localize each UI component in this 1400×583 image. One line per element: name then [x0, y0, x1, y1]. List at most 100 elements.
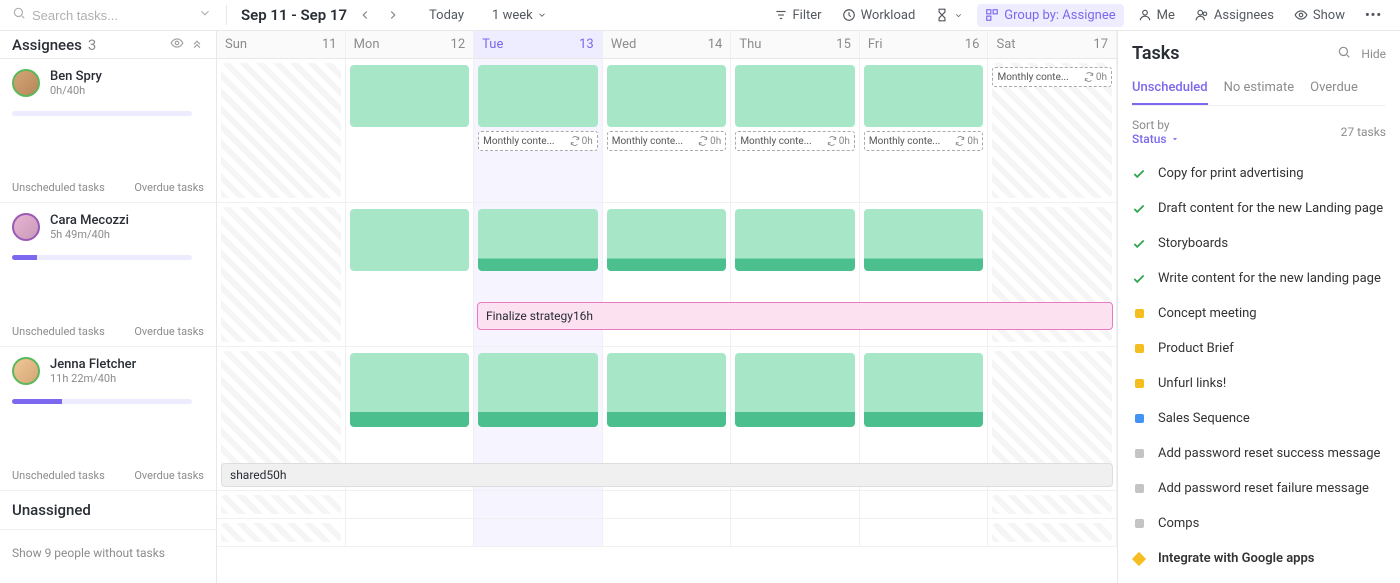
- workload-block[interactable]: [478, 209, 598, 271]
- task-bar-shared[interactable]: shared50h: [221, 463, 1113, 487]
- workload-block[interactable]: [350, 65, 470, 127]
- day-header[interactable]: Thu15: [731, 31, 860, 58]
- calendar-cell[interactable]: [217, 519, 346, 546]
- task-bar-finalize[interactable]: Finalize strategy16h: [477, 302, 1113, 330]
- workload-block[interactable]: [864, 209, 984, 271]
- unassigned-row[interactable]: Unassigned: [0, 491, 216, 530]
- panel-tab[interactable]: Overdue: [1310, 80, 1358, 105]
- day-header[interactable]: Tue13: [474, 31, 603, 58]
- avatar[interactable]: [12, 357, 40, 385]
- day-header[interactable]: Wed14: [603, 31, 732, 58]
- calendar-cell[interactable]: [731, 519, 860, 546]
- workload-block[interactable]: [607, 353, 727, 427]
- recurring-task[interactable]: Monthly conte...0h: [992, 67, 1112, 87]
- sort-select[interactable]: Status: [1132, 132, 1180, 146]
- task-item[interactable]: Write content for the new landing page: [1132, 261, 1386, 296]
- panel-tab[interactable]: No estimate: [1224, 80, 1295, 105]
- calendar-cell[interactable]: [346, 59, 475, 202]
- task-item[interactable]: Concept meeting: [1132, 296, 1386, 331]
- calendar-cell[interactable]: Monthly conte...0h: [988, 59, 1117, 202]
- search-input[interactable]: [32, 8, 182, 23]
- day-header[interactable]: Mon12: [346, 31, 475, 58]
- workload-block[interactable]: [735, 65, 855, 127]
- calendar-cell[interactable]: [860, 491, 989, 518]
- overdue-link[interactable]: Overdue tasks: [134, 469, 204, 482]
- workload-block[interactable]: [864, 353, 984, 427]
- avatar[interactable]: [12, 69, 40, 97]
- calendar-cell[interactable]: [474, 519, 603, 546]
- workload-block[interactable]: [478, 353, 598, 427]
- workload-button[interactable]: Workload: [836, 4, 922, 27]
- task-item[interactable]: Product Brief: [1132, 331, 1386, 366]
- day-header[interactable]: Sat17: [988, 31, 1117, 58]
- calendar-cell[interactable]: [346, 203, 475, 346]
- more-button[interactable]: •••: [1359, 4, 1388, 27]
- workload-block[interactable]: [864, 65, 984, 127]
- calendar-cell[interactable]: [860, 519, 989, 546]
- prev-week-button[interactable]: [355, 5, 375, 25]
- avatar[interactable]: [12, 213, 40, 241]
- person-name[interactable]: Jenna Fletcher: [50, 357, 136, 372]
- workload-block[interactable]: [735, 209, 855, 271]
- calendar-cell[interactable]: Monthly conte...0h: [474, 59, 603, 202]
- search-icon[interactable]: [1337, 45, 1351, 62]
- task-item[interactable]: Unfurl links!: [1132, 366, 1386, 401]
- filter-button[interactable]: Filter: [768, 4, 828, 27]
- workload-block[interactable]: [735, 353, 855, 427]
- period-select[interactable]: 1 week: [492, 8, 547, 23]
- calendar-cell[interactable]: [988, 491, 1117, 518]
- assignees-button[interactable]: Assignees: [1189, 4, 1280, 27]
- task-item[interactable]: Storyboards: [1132, 226, 1386, 261]
- person-name[interactable]: Cara Mecozzi: [50, 213, 129, 228]
- recurring-task[interactable]: Monthly conte...0h: [478, 131, 598, 151]
- calendar-cell[interactable]: [217, 59, 346, 202]
- day-header[interactable]: Fri16: [860, 31, 989, 58]
- calendar-cell[interactable]: [474, 491, 603, 518]
- overdue-link[interactable]: Overdue tasks: [134, 181, 204, 194]
- collapse-all-icon[interactable]: [190, 36, 204, 54]
- day-header[interactable]: Sun11: [217, 31, 346, 58]
- calendar-cell[interactable]: Monthly conte...0h: [603, 59, 732, 202]
- today-button[interactable]: Today: [419, 4, 474, 27]
- calendar-cell[interactable]: [217, 491, 346, 518]
- calendar-cell[interactable]: [603, 491, 732, 518]
- unscheduled-link[interactable]: Unscheduled tasks: [12, 469, 105, 482]
- workload-block[interactable]: [350, 353, 470, 427]
- eye-icon[interactable]: [170, 36, 184, 54]
- workload-block[interactable]: [607, 65, 727, 127]
- task-item[interactable]: Add password reset failure message: [1132, 471, 1386, 506]
- recurring-task[interactable]: Monthly conte...0h: [607, 131, 727, 151]
- panel-tab[interactable]: Unscheduled: [1132, 80, 1208, 105]
- unscheduled-link[interactable]: Unscheduled tasks: [12, 325, 105, 338]
- unscheduled-link[interactable]: Unscheduled tasks: [12, 181, 105, 194]
- overdue-link[interactable]: Overdue tasks: [134, 325, 204, 338]
- task-item[interactable]: Draft content for the new Landing page: [1132, 191, 1386, 226]
- recurring-task[interactable]: Monthly conte...0h: [864, 131, 984, 151]
- workload-block[interactable]: [350, 209, 470, 271]
- task-item[interactable]: Sales Sequence: [1132, 401, 1386, 436]
- calendar-cell[interactable]: [346, 491, 475, 518]
- calendar-cell[interactable]: [217, 203, 346, 346]
- calendar-cell[interactable]: [988, 519, 1117, 546]
- group-by-button[interactable]: Group by: Assignee: [977, 4, 1123, 27]
- workload-block[interactable]: [478, 65, 598, 127]
- show-people-link[interactable]: Show 9 people without tasks: [0, 530, 216, 576]
- calendar-cell[interactable]: [731, 491, 860, 518]
- task-item[interactable]: Comps: [1132, 506, 1386, 541]
- show-button[interactable]: Show: [1288, 4, 1351, 27]
- calendar-cell[interactable]: Monthly conte...0h: [731, 59, 860, 202]
- chevron-down-icon[interactable]: [198, 6, 212, 24]
- me-button[interactable]: Me: [1132, 4, 1181, 27]
- calendar-cell[interactable]: [603, 519, 732, 546]
- person-name[interactable]: Ben Spry: [50, 69, 102, 84]
- timer-button[interactable]: [929, 4, 969, 26]
- task-item[interactable]: Integrate with Google apps: [1132, 541, 1386, 576]
- calendar-cell[interactable]: [346, 519, 475, 546]
- hide-panel-button[interactable]: Hide: [1361, 47, 1386, 61]
- task-item[interactable]: Add password reset success message: [1132, 436, 1386, 471]
- workload-block[interactable]: [607, 209, 727, 271]
- task-item[interactable]: Copy for print advertising: [1132, 156, 1386, 191]
- calendar-cell[interactable]: Monthly conte...0h: [860, 59, 989, 202]
- recurring-task[interactable]: Monthly conte...0h: [735, 131, 855, 151]
- next-week-button[interactable]: [383, 5, 403, 25]
